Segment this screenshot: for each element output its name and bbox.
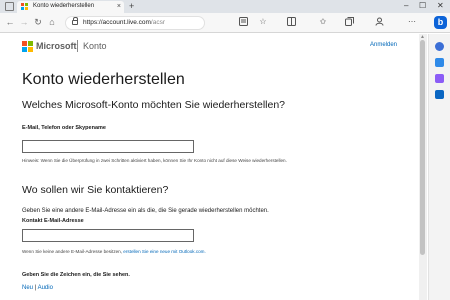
home-icon[interactable]: ⌂: [46, 16, 58, 28]
contact-intro: Geben Sie eine andere E-Mail-Adresse ein…: [22, 208, 269, 214]
scroll-thumb[interactable]: [420, 40, 425, 255]
profile-icon[interactable]: [374, 17, 384, 27]
shopping-icon[interactable]: [435, 58, 444, 67]
minimize-button[interactable]: –: [404, 0, 408, 12]
bing-icon[interactable]: b: [434, 16, 447, 29]
microsoft-logo-icon: [22, 41, 33, 52]
contact-note: Wenn Sie keine andere E-Mail-Adresse bes…: [22, 249, 206, 254]
forward-icon[interactable]: →: [18, 16, 30, 28]
favorites-star-icon[interactable]: ☆: [258, 17, 268, 27]
collections-icon[interactable]: [344, 17, 354, 27]
maximize-button[interactable]: ☐: [419, 0, 426, 12]
captcha-label: Geben Sie die Zeichen ein, die Sie sehen…: [22, 272, 130, 278]
captcha-separator: |: [34, 285, 37, 291]
contact-label: Kontakt E-Mail-Adresse: [22, 218, 84, 224]
signin-link[interactable]: Anmelden: [370, 42, 397, 48]
new-tab-button[interactable]: +: [129, 0, 134, 12]
back-icon[interactable]: ←: [4, 16, 16, 28]
refresh-icon[interactable]: ↻: [32, 16, 44, 28]
product-name[interactable]: Konto: [83, 41, 107, 51]
brand-name: Microsoft: [36, 41, 77, 51]
browser-tab[interactable]: Konto wiederherstellen ×: [17, 1, 124, 13]
outlook-signup-link[interactable]: erstellen Sie eine neue mit Outlook.com.: [123, 249, 205, 254]
identity-input[interactable]: [22, 140, 194, 153]
captcha-audio-link[interactable]: Audio: [38, 285, 53, 291]
address-bar[interactable]: https://account.live.com/acsr: [65, 16, 205, 30]
lock-icon[interactable]: [72, 17, 78, 25]
outlook-icon[interactable]: [435, 90, 444, 99]
favorites-icon[interactable]: ✩: [318, 17, 328, 27]
split-screen-icon[interactable]: [286, 17, 296, 27]
microsoft-favicon-icon: [21, 3, 29, 11]
settings-more-icon[interactable]: ⋯: [407, 17, 417, 27]
close-window-button[interactable]: ✕: [437, 0, 444, 12]
header-divider: [77, 40, 78, 52]
section-contact-heading: Wo sollen wir Sie kontaktieren?: [22, 184, 169, 196]
page-scrollbar[interactable]: ▲: [419, 34, 427, 300]
web-page: Microsoft Konto Anmelden Konto wiederher…: [0, 34, 428, 300]
captcha-new-link[interactable]: Neu: [22, 285, 33, 291]
contact-email-input[interactable]: [22, 229, 194, 242]
captcha-options: Neu | Audio: [22, 285, 53, 291]
reader-view-icon[interactable]: [238, 17, 248, 27]
tab-title: Konto wiederherstellen: [33, 3, 95, 9]
window-menu-icon[interactable]: [5, 2, 14, 11]
tools-icon[interactable]: [435, 74, 444, 83]
browser-toolbar: ← → ↻ ⌂ https://account.live.com/acsr ☆ …: [0, 13, 450, 33]
edge-sidebar: [428, 34, 450, 300]
search-icon[interactable]: [435, 42, 444, 51]
page-title: Konto wiederherstellen: [22, 71, 185, 88]
two-step-hint: Hinweis: Wenn Sie die Überprüfung in zwe…: [22, 158, 287, 163]
section-account-heading: Welches Microsoft-Konto möchten Sie wied…: [22, 99, 286, 111]
identity-label: E-Mail, Telefon oder Skypename: [22, 125, 106, 131]
url-text: https://account.live.com/acsr: [83, 19, 166, 26]
tab-strip: Konto wiederherstellen × + – ☐ ✕: [0, 0, 450, 13]
tab-close-icon[interactable]: ×: [117, 2, 121, 11]
